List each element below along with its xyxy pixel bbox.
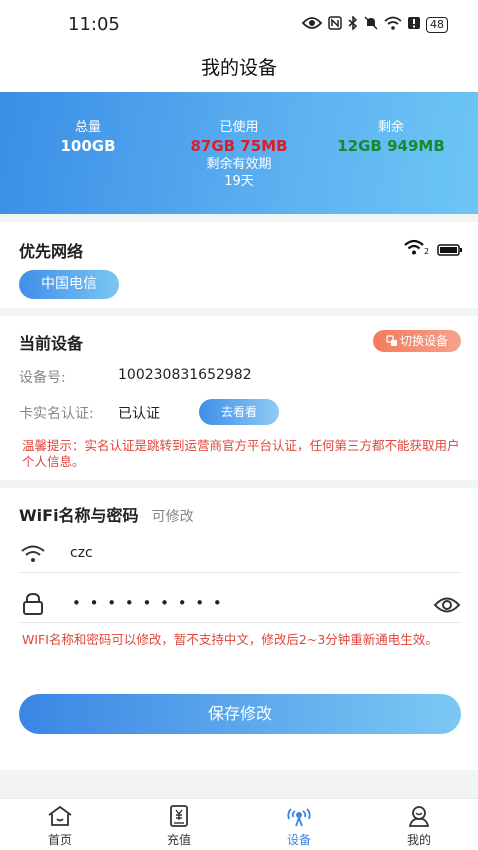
device-icon [286, 808, 312, 830]
tab-profile[interactable]: 我的 [379, 805, 459, 848]
tab-recharge[interactable]: 充值 [139, 805, 219, 848]
tab-recharge-label: 充值 [166, 833, 191, 847]
tab-bar: 首页 充值 设备 我的 [0, 798, 478, 850]
profile-icon [408, 806, 430, 830]
network-title: 优先网络 [19, 242, 84, 261]
wifi-status-icon [384, 16, 402, 34]
usage-total-label: 总量 [74, 120, 101, 135]
status-time: 11:05 [68, 14, 120, 35]
password-underline [19, 622, 461, 623]
nfc-icon [328, 16, 342, 34]
auth-notice: 温馨提示：实名认证是跳转到运营商官方平台认证，任何第三方都不能获取用户个人信息。 [22, 438, 460, 469]
view-auth-button[interactable]: 去看看 [199, 399, 279, 425]
save-button[interactable]: 保存修改 [19, 694, 461, 734]
device-id-value: 100230831652982 [118, 367, 252, 383]
wifi-title: WiFi名称与密码 [19, 506, 139, 525]
battery-indicator: 48 [426, 17, 448, 33]
tab-home[interactable]: 首页 [20, 805, 100, 848]
auth-label: 卡实名认证: [19, 406, 94, 422]
battery-icon [437, 241, 463, 260]
tab-profile-label: 我的 [406, 833, 431, 847]
usage-validity: 剩余有效期 19天 [159, 156, 319, 190]
validity-label: 剩余有效期 [206, 157, 272, 172]
alert-icon [408, 16, 420, 34]
device-id-label: 设备号: [19, 370, 66, 386]
wifi-ssid-field[interactable]: czc [70, 545, 93, 561]
auth-value: 已认证 [118, 406, 160, 422]
switch-device-label: 切换设备 [399, 334, 448, 348]
wifi-editable-hint: 可修改 [151, 509, 194, 525]
title-bar: 我的设备 [0, 52, 478, 92]
usage-used: 已使用 87GB 75MB [159, 116, 319, 155]
validity-value: 19天 [224, 174, 254, 189]
usage-total-value: 100GB [60, 137, 116, 155]
usage-used-value: 87GB 75MB [190, 137, 288, 155]
bluetooth-icon [348, 15, 358, 34]
device-title: 当前设备 [19, 334, 84, 353]
wifi-notice: WIFI名称和密码可以修改，暂不支持中文，修改后2~3分钟重新通电生效。 [22, 632, 438, 647]
usage-banner: 总量 100GB 已使用 87GB 75MB 剩余 12GB 949MB 剩余有… [0, 92, 478, 214]
wifi-title-row: WiFi名称与密码 可修改 [19, 502, 194, 526]
ssid-underline [19, 572, 461, 573]
mute-icon [364, 16, 378, 34]
switch-icon [386, 332, 398, 354]
wifi-password-field[interactable]: • • • • • • • • • [72, 594, 224, 612]
tab-home-label: 首页 [47, 833, 72, 847]
usage-total: 总量 100GB [8, 116, 168, 155]
page-title: 我的设备 [200, 57, 277, 79]
show-password-icon[interactable] [433, 596, 461, 618]
carrier-chip[interactable]: 中国电信 [19, 270, 119, 299]
signal-icon: 2 [404, 239, 430, 259]
eye-icon [301, 16, 323, 34]
usage-used-label: 已使用 [219, 120, 259, 135]
status-icons: 48 [301, 15, 448, 34]
usage-remaining-label: 剩余 [377, 120, 404, 135]
usage-remaining: 剩余 12GB 949MB [311, 116, 471, 155]
tab-device-label: 设备 [286, 833, 311, 847]
switch-device-button[interactable]: 切换设备 [373, 330, 461, 352]
svg-text:2: 2 [424, 247, 429, 255]
wifi-icon [21, 545, 45, 567]
status-bar: 11:05 48 [0, 0, 478, 52]
usage-remaining-value: 12GB 949MB [337, 137, 445, 155]
tab-device[interactable]: 设备 [259, 805, 339, 848]
lock-icon [22, 592, 44, 620]
home-icon [47, 805, 73, 830]
recharge-icon [168, 805, 190, 830]
